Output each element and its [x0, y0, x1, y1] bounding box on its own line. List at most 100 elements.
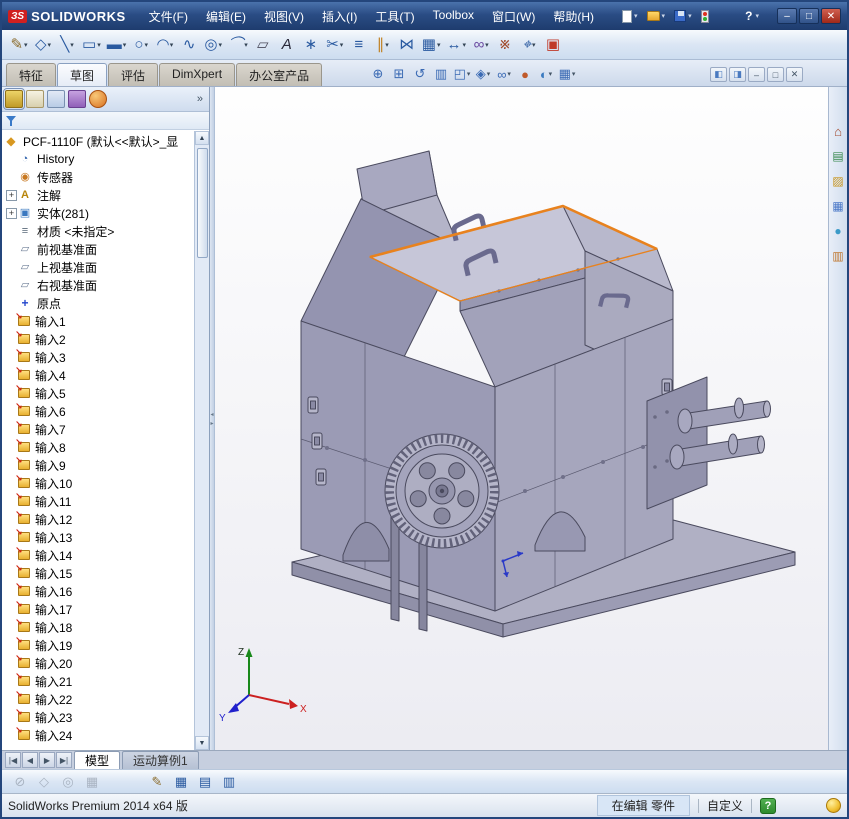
rapid-sketch-tool[interactable]: ▣: [542, 33, 564, 57]
configuration-manager-tab[interactable]: [47, 90, 65, 108]
tree-item-input[interactable]: 输入15: [4, 564, 193, 582]
snap-grid-button[interactable]: ▦: [81, 772, 103, 792]
spline-tool[interactable]: ∿: [178, 33, 200, 57]
model-flywheel[interactable]: [384, 433, 500, 549]
view-settings-button[interactable]: ▦: [557, 64, 577, 84]
tab-nav-button[interactable]: |◀: [5, 752, 21, 768]
tree-expander[interactable]: [6, 172, 17, 183]
save-button[interactable]: [671, 8, 695, 24]
offset-entities-tool[interactable]: ∥: [372, 33, 394, 57]
tree-item-input[interactable]: 输入24: [4, 726, 193, 744]
restore-doc-button[interactable]: □: [767, 67, 784, 82]
solidworks-ball-icon[interactable]: [826, 798, 841, 813]
tab-nav-button[interactable]: ▶: [39, 752, 55, 768]
mirror-entities-tool[interactable]: ⋈: [396, 33, 418, 57]
model-canvas[interactable]: Z X Y: [215, 87, 828, 750]
tree-item-input[interactable]: 输入21: [4, 672, 193, 690]
file-explorer-icon[interactable]: [830, 173, 846, 189]
scroll-down-arrow[interactable]: ▼: [195, 736, 209, 750]
tree-expander[interactable]: [6, 154, 17, 165]
zoom-to-area-button[interactable]: ⊞: [389, 64, 409, 84]
display-manager-tab[interactable]: [89, 90, 107, 108]
tree-item-input[interactable]: 输入13: [4, 528, 193, 546]
sketch-fillet-tool[interactable]: ⌒: [226, 33, 250, 57]
tree-item-input[interactable]: 输入22: [4, 690, 193, 708]
model-tab[interactable]: 模型: [74, 751, 121, 769]
tree-expander[interactable]: [6, 189, 17, 201]
section-view-button[interactable]: ▥: [431, 64, 451, 84]
tree-root-item[interactable]: PCF-1110F (默认<<默认>_显: [4, 132, 193, 150]
tree-item[interactable]: 注解: [4, 186, 193, 204]
tree-item-input[interactable]: 输入4: [4, 366, 193, 384]
menu-item[interactable]: 视图(V): [255, 5, 313, 28]
minimize-app-button[interactable]: –: [777, 8, 797, 24]
tree-item[interactable]: 右视基准面: [4, 276, 193, 294]
edit-appearance-button[interactable]: ●: [515, 64, 535, 84]
motion-study-tab[interactable]: 运动算例1: [122, 751, 199, 769]
point-tool[interactable]: ∗: [300, 33, 322, 57]
tree-item-input[interactable]: 输入7: [4, 420, 193, 438]
menu-item[interactable]: 帮助(H): [544, 5, 603, 28]
quick-snaps-tool[interactable]: ⌖: [518, 33, 540, 57]
tree-item[interactable]: 原点: [4, 294, 193, 312]
corner-rectangle-tool[interactable]: ▭: [80, 33, 103, 57]
tree-item-input[interactable]: 输入16: [4, 582, 193, 600]
sketch-tool[interactable]: ✎: [8, 33, 30, 57]
design-library-icon[interactable]: [830, 148, 846, 164]
minimize-doc-button[interactable]: –: [748, 67, 765, 82]
line-tool[interactable]: ╲: [56, 33, 78, 57]
more-tabs-chevron-icon[interactable]: »: [194, 93, 206, 105]
centerpoint-arc-tool[interactable]: ◠: [154, 33, 176, 57]
scroll-thumb[interactable]: [196, 148, 208, 258]
layer-properties-button[interactable]: ▤: [194, 772, 216, 792]
view-palette-icon[interactable]: [830, 198, 846, 214]
menu-item[interactable]: Toolbox: [424, 5, 483, 28]
tree-item-input[interactable]: 输入11: [4, 492, 193, 510]
menu-item[interactable]: 窗口(W): [483, 5, 544, 28]
tree-item-input[interactable]: 输入12: [4, 510, 193, 528]
rebuild-button[interactable]: [698, 8, 712, 25]
new-document-button[interactable]: [619, 8, 641, 25]
tables-button[interactable]: ▥: [218, 772, 240, 792]
custom-label[interactable]: 自定义: [707, 797, 743, 814]
machine-model[interactable]: [291, 150, 796, 638]
display-relations-tool[interactable]: ∞: [470, 33, 492, 57]
custom-properties-icon[interactable]: [830, 248, 846, 264]
tab-dimxpert[interactable]: DimXpert: [159, 63, 236, 86]
snap-center-button[interactable]: ◎: [57, 772, 79, 792]
tree-expander[interactable]: [6, 226, 17, 237]
menu-item[interactable]: 工具(T): [366, 5, 423, 28]
circle-tool[interactable]: ○: [130, 33, 152, 57]
move-entities-tool[interactable]: ↔: [444, 33, 468, 57]
collapse-panel-icon[interactable]: ◂: [210, 411, 213, 418]
tab-features[interactable]: 特征: [6, 63, 57, 86]
straight-slot-tool[interactable]: ▬: [105, 33, 129, 57]
help-search-button[interactable]: ?: [739, 7, 765, 25]
convert-entities-tool[interactable]: ≡: [348, 33, 370, 57]
tab-nav-button[interactable]: ◀: [22, 752, 38, 768]
tree-item-input[interactable]: 输入14: [4, 546, 193, 564]
display-pane-right-button[interactable]: ◨: [729, 67, 746, 82]
help-icon[interactable]: ?: [760, 797, 776, 814]
zoom-to-fit-button[interactable]: ⊕: [368, 64, 388, 84]
open-document-button[interactable]: [644, 9, 669, 23]
close-app-button[interactable]: ✕: [821, 8, 841, 24]
tree-item-input[interactable]: 输入5: [4, 384, 193, 402]
tree-item[interactable]: History: [4, 150, 193, 168]
tree-item-input[interactable]: 输入10: [4, 474, 193, 492]
grid-settings-button[interactable]: ▦: [170, 772, 192, 792]
dimxpert-manager-tab[interactable]: [68, 90, 86, 108]
tree-item-input[interactable]: 输入23: [4, 708, 193, 726]
tab-evaluate[interactable]: 评估: [108, 63, 159, 86]
text-tool[interactable]: A: [276, 33, 298, 57]
expand-panel-icon[interactable]: ▸: [210, 420, 213, 427]
tree-item-input[interactable]: 输入18: [4, 618, 193, 636]
scroll-up-arrow[interactable]: ▲: [195, 131, 209, 145]
close-doc-button[interactable]: ✕: [786, 67, 803, 82]
display-pane-left-button[interactable]: ◧: [710, 67, 727, 82]
repair-sketch-tool[interactable]: ※: [494, 33, 516, 57]
tree-expander[interactable]: [6, 298, 17, 309]
menu-item[interactable]: 文件(F): [140, 5, 197, 28]
tree-item[interactable]: 实体(281): [4, 204, 193, 222]
tree-item-input[interactable]: 输入8: [4, 438, 193, 456]
